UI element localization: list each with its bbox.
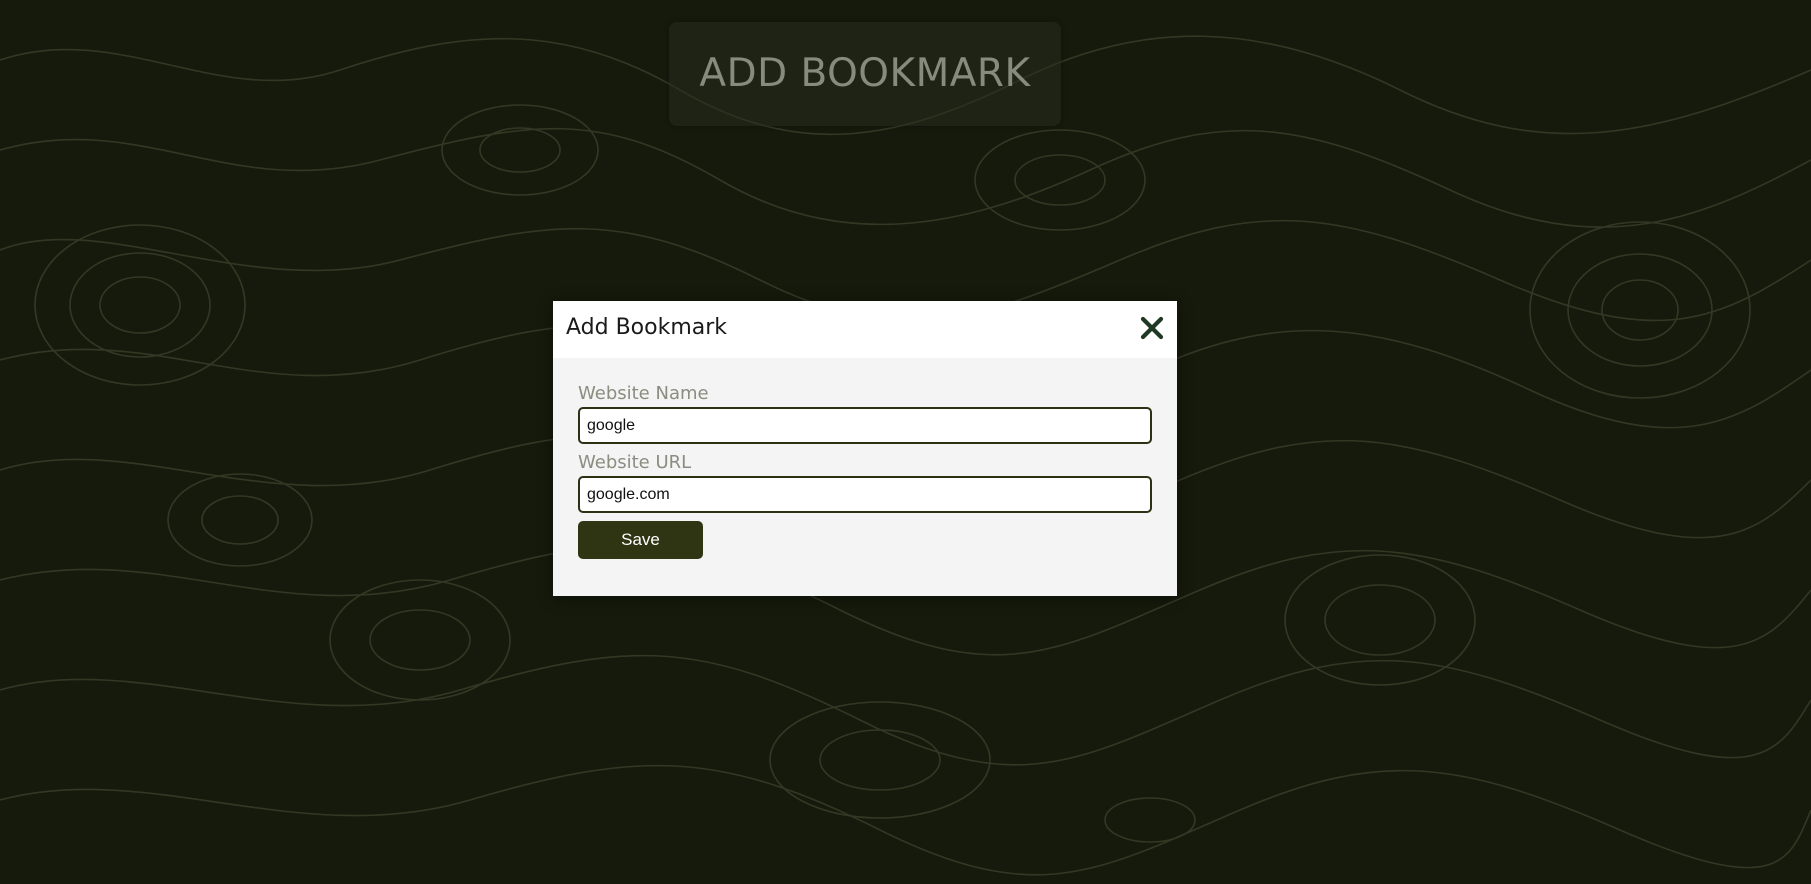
close-icon[interactable] — [1140, 316, 1164, 340]
page: ADD BOOKMARK Add Bookmark Website Name W… — [0, 0, 1811, 884]
website-url-input[interactable] — [578, 476, 1152, 513]
website-name-label: Website Name — [578, 383, 709, 404]
website-name-input[interactable] — [578, 407, 1152, 444]
add-bookmark-modal: Add Bookmark Website Name Website URL Sa… — [553, 301, 1177, 596]
save-button[interactable]: Save — [578, 521, 703, 559]
modal-title: Add Bookmark — [566, 315, 728, 340]
modal-header: Add Bookmark — [553, 301, 1177, 358]
add-bookmark-button[interactable]: ADD BOOKMARK — [669, 22, 1061, 126]
bookmark-form: Website Name Website URL Save — [553, 358, 1177, 559]
website-url-label: Website URL — [578, 452, 692, 473]
